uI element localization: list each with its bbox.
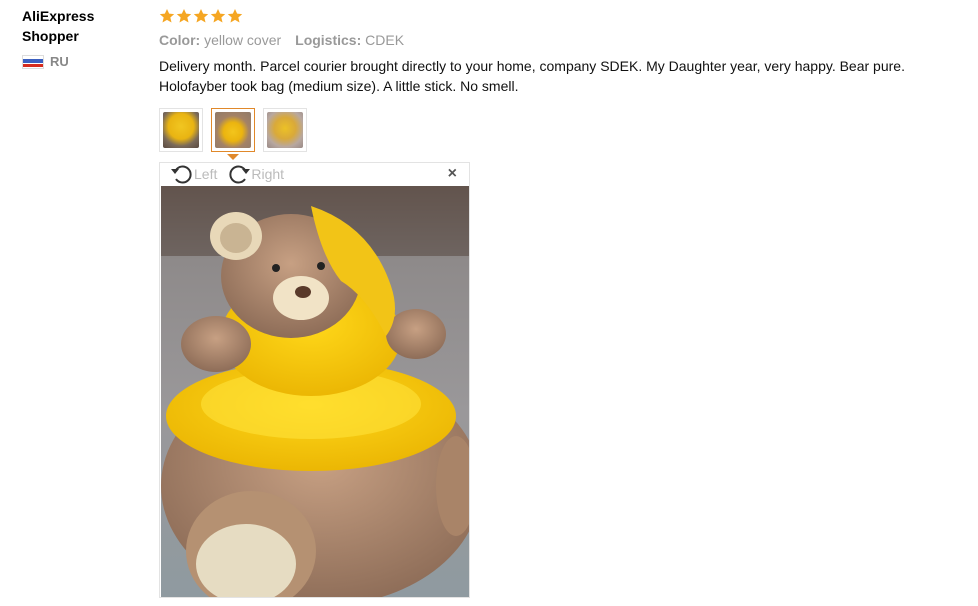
reviewer-name: AliExpress Shopper — [22, 8, 95, 44]
rotate-left-label: Left — [194, 166, 218, 182]
photo-thumbnail-image — [163, 112, 199, 148]
star-icon — [193, 9, 209, 23]
review-photo — [161, 186, 469, 597]
star-icon — [176, 9, 192, 23]
review-page: AliExpress Shopper RU Color: yellow cove… — [0, 0, 978, 606]
viewer-toolbar: Left Right × — [160, 163, 469, 185]
attribute-color: Color: yellow cover — [159, 32, 281, 48]
reviewer-info: AliExpress Shopper RU — [22, 6, 142, 69]
review-content: Color: yellow cover Logistics: CDEK Deli… — [159, 6, 969, 598]
logistics-label: Logistics: — [295, 32, 362, 48]
photo-thumbnail-active[interactable] — [211, 108, 255, 152]
star-rating — [159, 6, 969, 26]
reviewer-country: RU — [22, 54, 142, 69]
country-code: RU — [50, 54, 69, 69]
photo-thumbnails — [159, 108, 969, 152]
rotate-right-icon — [229, 165, 251, 184]
color-label: Color: — [159, 32, 201, 48]
attribute-logistics: Logistics: CDEK — [295, 32, 404, 48]
photo-thumbnail[interactable] — [159, 108, 203, 152]
star-icon — [210, 9, 226, 23]
bear-chair-photo — [161, 186, 469, 597]
photo-thumbnail-image — [267, 112, 303, 148]
photo-viewer: Left Right × — [159, 162, 470, 598]
star-icon — [227, 9, 243, 23]
photo-thumbnail[interactable] — [263, 108, 307, 152]
rotate-left-button[interactable]: Left — [170, 163, 217, 185]
russia-flag-icon — [22, 54, 44, 69]
product-attributes: Color: yellow cover Logistics: CDEK — [159, 32, 969, 48]
color-value: yellow cover — [204, 32, 282, 48]
review-text: Delivery month. Parcel courier brought d… — [159, 58, 905, 94]
photo-thumbnail-image — [215, 112, 251, 148]
rotate-right-label: Right — [251, 166, 285, 182]
logistics-value: CDEK — [365, 32, 405, 48]
rotate-right-button[interactable]: Right — [227, 163, 284, 185]
rotate-left-icon — [171, 165, 192, 184]
active-thumb-caret-icon — [227, 154, 239, 160]
close-viewer-button[interactable]: × — [448, 166, 457, 182]
star-icon — [159, 9, 175, 23]
